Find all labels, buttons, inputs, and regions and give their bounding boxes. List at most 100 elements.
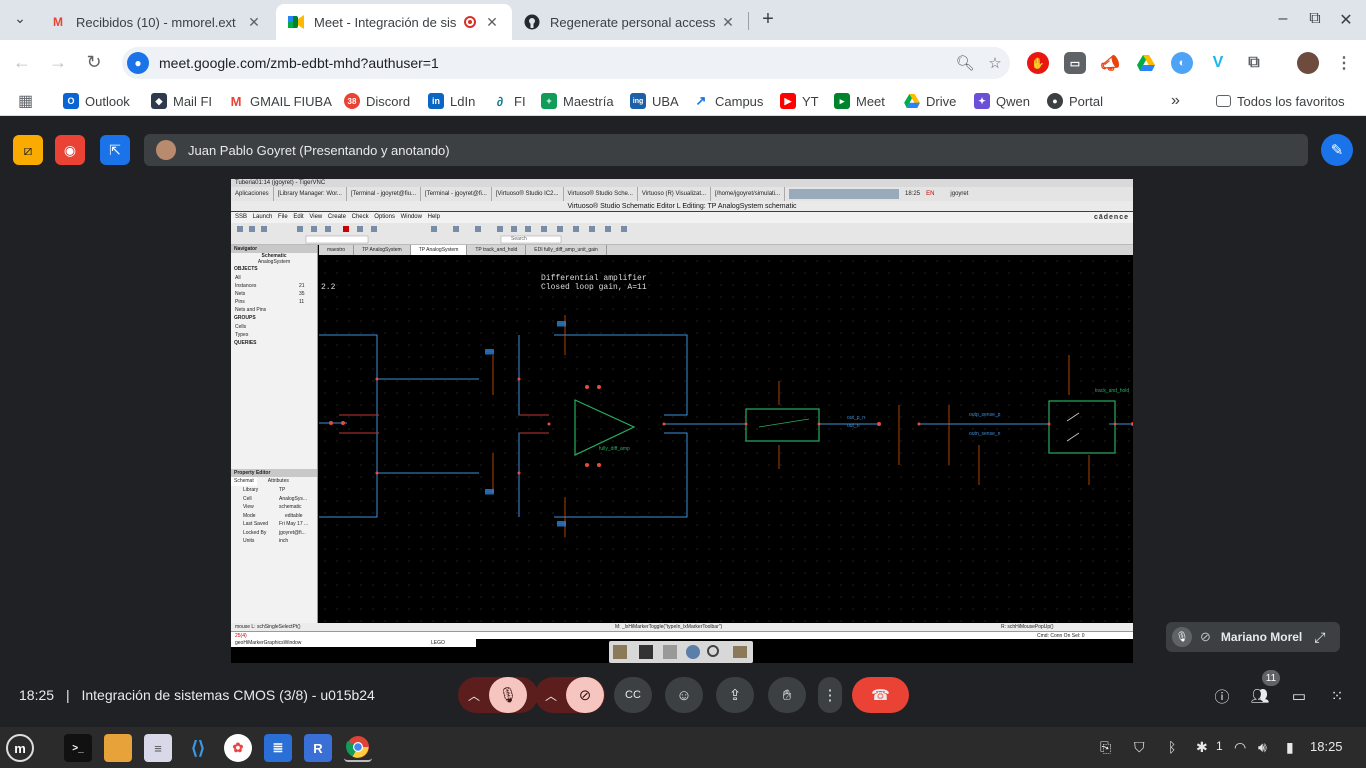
object-row[interactable]: All — [231, 274, 317, 282]
search-field[interactable]: Search — [511, 236, 527, 243]
bluetooth-icon[interactable]: ᛒ — [1168, 739, 1176, 755]
more-options-button[interactable]: ⋮ — [818, 677, 842, 713]
tab-gmail[interactable]: M Recibidos (10) - mmorel.ext ✕ — [38, 4, 274, 40]
participant-tile[interactable]: 🎙︎ ⊘ Mariano Morel ⤢ — [1166, 622, 1340, 652]
close-icon[interactable]: ✕ — [720, 14, 736, 31]
queries-section[interactable]: QUERIES — [231, 339, 317, 348]
virtuoso-cmd-line[interactable]: 25(4) Cmd: Conn On Sel: 0 — [231, 631, 1133, 639]
more-bookmarks-button[interactable]: » — [1171, 92, 1180, 110]
doc-tab[interactable]: EDI fully_diff_amp_unit_gain — [526, 245, 607, 255]
notifications-icon[interactable]: ✱ — [1196, 739, 1208, 756]
bookmark-fi[interactable]: ∂ FI — [492, 92, 526, 110]
present-button[interactable]: ⇪ — [716, 677, 754, 713]
extension-adblock-icon[interactable]: ✋ — [1027, 52, 1049, 74]
bookmark-uba[interactable]: ing UBA — [630, 92, 679, 110]
terminal-icon[interactable]: >_ — [64, 734, 92, 762]
new-tab-button[interactable]: + — [756, 8, 780, 32]
bookmark-drive[interactable]: Drive — [904, 92, 956, 110]
vscode-icon[interactable]: ⟨⟩ — [184, 734, 212, 762]
bookmark-maestria[interactable]: + Maestría — [541, 92, 614, 110]
recording-indicator-button[interactable]: ◉ — [55, 135, 85, 165]
bookmark-mail-fi[interactable]: ◆ Mail FI — [151, 92, 212, 110]
reactions-button[interactable]: ☺ — [665, 677, 703, 713]
extensions-puzzle-icon[interactable]: ⧉ — [1243, 52, 1265, 74]
bookmark-star-icon[interactable]: ☆ — [980, 54, 1010, 72]
object-row[interactable]: Nets and Pins — [231, 306, 317, 314]
object-row[interactable]: Pins 11 — [231, 298, 317, 306]
forward-icon[interactable]: → — [47, 52, 69, 73]
clipboard-icon[interactable]: ⎘ — [1100, 739, 1111, 756]
photos-icon[interactable]: ✿ — [224, 734, 252, 762]
schematic-canvas[interactable]: ▓▓▓ ▓▓▓ ▓▓▓ ▓▓▓ Differential amplifier Clos… — [319, 255, 1133, 623]
back-icon[interactable]: ← — [11, 52, 33, 73]
maximize-icon[interactable]: ⧉ — [1305, 10, 1325, 28]
group-row[interactable]: Types — [231, 331, 317, 339]
chat-icon[interactable]: ▭ — [1287, 685, 1311, 707]
close-window-icon[interactable]: ✕ — [1336, 10, 1356, 30]
minimize-icon[interactable]: – — [1273, 10, 1293, 28]
bookmark-discord[interactable]: 38 Discord — [344, 92, 410, 110]
meeting-details-icon[interactable]: ⓘ — [1210, 685, 1234, 707]
groups-section[interactable]: GROUPS — [231, 314, 317, 323]
leave-call-button[interactable]: ☎︎ — [852, 677, 909, 713]
people-icon[interactable]: 👥︎ — [1248, 685, 1272, 707]
bookmark-campus[interactable]: ↗ Campus — [693, 92, 763, 110]
bookmark-meet[interactable]: ▸ Meet — [834, 92, 885, 110]
apps-grid-icon[interactable]: ▦ — [18, 92, 33, 110]
activities-icon[interactable]: ⁙ — [1325, 685, 1349, 707]
doc-tab[interactable]: TP AnalogSystem — [354, 245, 411, 255]
address-bar[interactable]: ● meet.google.com/zmb-edbt-mhd?authuser=… — [122, 47, 1010, 79]
reload-icon[interactable]: ↻ — [83, 52, 105, 73]
bookmark-qwen[interactable]: ✦ Qwen — [974, 92, 1030, 110]
prop-tab[interactable]: Attributes — [265, 477, 292, 486]
doc-tab[interactable]: maestro — [319, 245, 355, 255]
extension-blue-icon[interactable]: ◐ — [1171, 52, 1193, 74]
chrome-icon[interactable] — [344, 734, 372, 762]
zoom-icon[interactable]: 🔍︎ — [950, 54, 980, 72]
mint-menu-icon[interactable]: m — [6, 734, 34, 762]
object-row[interactable]: Instances 21 — [231, 282, 317, 290]
writer-icon[interactable]: ≣ — [264, 734, 292, 762]
bookmark-gmail-fiuba[interactable]: M GMAIL FIUBA — [228, 92, 332, 110]
bookmark-yt[interactable]: ▶ YT — [780, 92, 819, 110]
files-icon[interactable] — [104, 734, 132, 762]
prop-tab[interactable]: Schemat — [231, 477, 257, 486]
all-favorites-folder[interactable]: Todos los favoritos — [1216, 92, 1345, 110]
google-drive-extension-icon[interactable] — [1135, 52, 1157, 74]
annotation-pen-icon[interactable]: ✎ — [1321, 134, 1353, 166]
mic-in-use-icon[interactable]: ● — [127, 52, 149, 74]
volume-icon[interactable]: 🔊︎ — [1258, 739, 1267, 756]
raise-hand-button[interactable]: ✋︎ — [768, 677, 806, 713]
objects-section[interactable]: OBJECTS — [231, 265, 317, 274]
expand-icon[interactable]: ⤢ — [1314, 629, 1325, 646]
captions-button[interactable]: CC — [614, 677, 652, 713]
shield-icon[interactable]: ⛉ — [1134, 739, 1145, 756]
extension-speaker-icon[interactable]: 📣︎ — [1099, 52, 1121, 74]
hide-presentation-button[interactable]: ⧄ — [13, 135, 43, 165]
menu-kebab-icon[interactable]: ⋮ — [1333, 52, 1355, 74]
camera-toggle-button[interactable]: ⊘ — [566, 677, 604, 713]
doc-tab[interactable]: TP AnalogSystem — [410, 245, 468, 255]
url-text[interactable]: meet.google.com/zmb-edbt-mhd?authuser=1 — [159, 55, 950, 71]
object-row[interactable]: Nets 35 — [231, 290, 317, 298]
os-clock[interactable]: 18:25 — [1310, 739, 1343, 754]
tab-github[interactable]: Regenerate personal access ✕ — [512, 4, 748, 40]
tab-search-button[interactable]: ⌄ — [10, 10, 30, 30]
profile-avatar[interactable] — [1297, 52, 1319, 74]
tab-meet[interactable]: Meet - Integración de sis ✕ — [276, 4, 512, 40]
group-row[interactable]: Cells — [231, 323, 317, 331]
mic-toggle-button[interactable]: 🎙︎ — [489, 677, 527, 713]
battery-icon[interactable]: ▮ — [1286, 739, 1294, 756]
doc-tab[interactable]: TP track_and_hold — [467, 245, 527, 255]
bookmark-portal[interactable]: ● Portal — [1047, 92, 1103, 110]
remote-desktop-icon[interactable]: R — [304, 734, 332, 762]
bookmark-linkedin[interactable]: in LdIn — [428, 92, 475, 110]
extension-cast-icon[interactable]: ▭ — [1064, 52, 1086, 74]
presentation-controls-button[interactable]: ⇱ — [100, 135, 130, 165]
text-editor-icon[interactable]: ≡ — [144, 734, 172, 762]
wifi-icon[interactable]: ◠ — [1234, 739, 1246, 756]
bookmark-outlook[interactable]: O Outlook — [63, 92, 130, 110]
close-icon[interactable]: ✕ — [246, 14, 262, 31]
vimeo-extension-icon[interactable]: V — [1207, 52, 1229, 74]
close-icon[interactable]: ✕ — [484, 14, 500, 31]
